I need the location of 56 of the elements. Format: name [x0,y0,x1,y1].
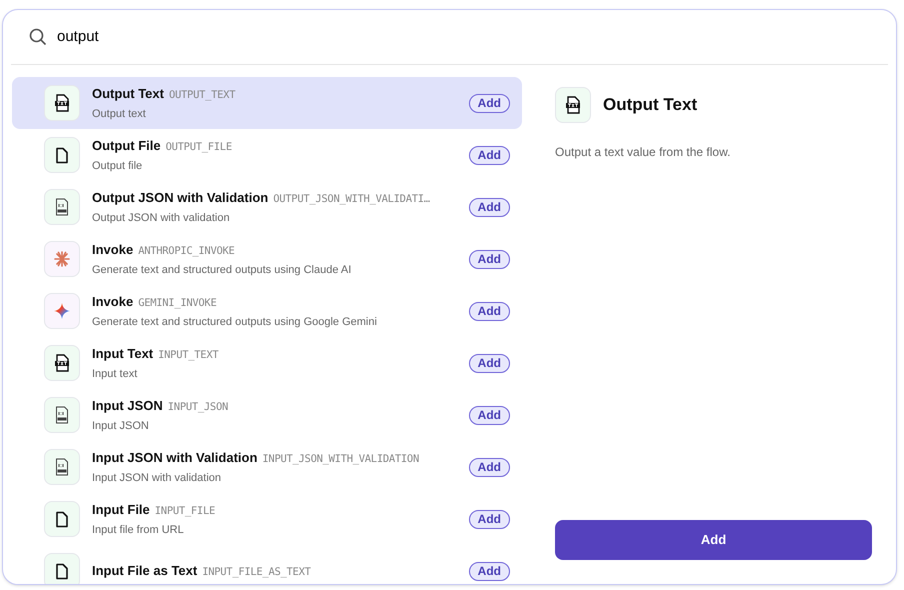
item-code: OUTPUT_FILE [166,140,232,155]
detail-title: Output Text [603,94,698,116]
item-description: Output JSON with validation [92,210,231,226]
json-file-icon [44,189,80,225]
item-description: Generate text and structured outputs using Claude AI [92,262,352,278]
item-code: ANTHROPIC_INVOKE [138,244,235,259]
text-file-icon [44,85,80,121]
item-title: Invoke [92,240,134,259]
json-file-icon [44,449,80,485]
item-title: Output File [92,136,161,155]
item-title: Output JSON with Validation [92,188,268,207]
json-file-icon [44,397,80,433]
add-button[interactable]: Add [555,520,872,560]
asterisk-icon [44,241,80,277]
item-title: Input JSON with Validation [92,448,258,467]
item-code: INPUT_TEXT [158,348,218,363]
item-description: Generate text and structured outputs using Google Gemini [92,314,378,330]
add-button[interactable]: Add [468,354,510,372]
add-button[interactable]: Add [468,146,510,164]
item-description: Output file [92,158,144,174]
item-code: OUTPUT_TEXT [168,88,236,103]
detail-description: Output a text value from the flow. [555,144,732,161]
item-description: Input JSON with validation [92,470,222,486]
search-icon [29,28,47,46]
file-icon [44,501,80,537]
add-button[interactable]: Add [468,250,510,268]
item-code: GEMINI_INVOKE [138,296,216,311]
item-description: Input file from URL [92,522,185,538]
add-button[interactable]: Add [468,94,510,112]
add-button[interactable]: Add [468,458,510,476]
item-title: Input File as Text [92,562,198,580]
add-button[interactable]: Add [468,302,510,320]
sparkle-icon [44,293,80,329]
item-description: Input text [92,366,138,382]
item-description: Input JSON [92,418,150,434]
item-description: Output text [92,106,147,122]
add-button[interactable]: Add [468,562,510,580]
add-button[interactable]: Add [468,198,510,216]
item-code: INPUT_FILE_AS_TEXT [202,565,311,580]
item-title: Input JSON [92,396,163,415]
add-button[interactable]: Add [468,406,510,424]
search-field[interactable]: output [57,26,870,48]
item-code: INPUT_JSON_WITH_VALIDATION [262,452,419,467]
text-file-icon [555,87,591,123]
list-item[interactable]: Output Text OUTPUT_TEXT Output text Add [12,77,522,129]
item-title: Input File [92,500,150,519]
item-code: INPUT_JSON [168,400,228,415]
add-button[interactable]: Add [468,510,510,528]
file-icon [44,137,80,173]
item-code: INPUT_FILE [154,504,215,519]
file-icon [44,553,80,584]
item-title: Output Text [92,84,164,103]
item-title: Input Text [92,344,154,363]
item-title: Invoke [92,292,134,311]
text-file-icon [44,345,80,381]
item-code: OUTPUT_JSON_WITH_VALIDATI… [273,192,430,207]
